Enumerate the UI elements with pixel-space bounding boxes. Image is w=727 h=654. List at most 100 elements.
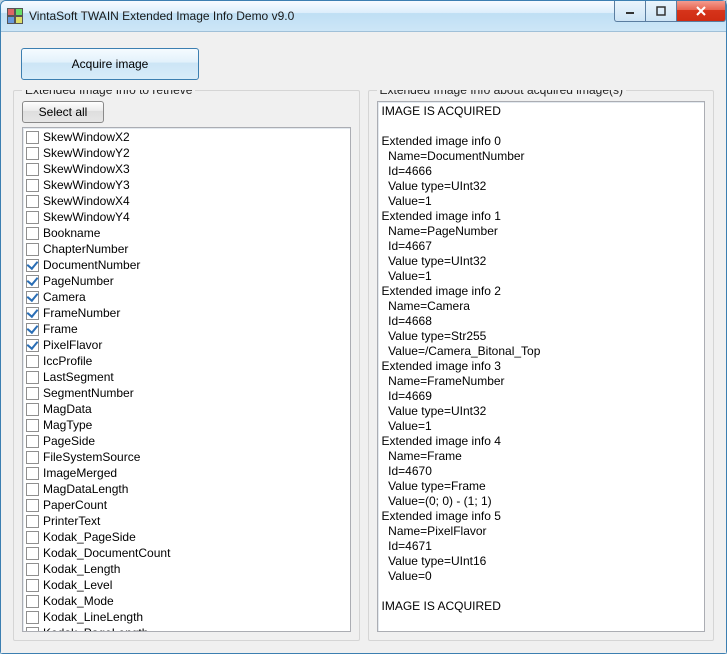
list-item[interactable]: MagDataLength	[23, 481, 350, 497]
list-item-label: MagDataLength	[43, 482, 128, 496]
window-title: VintaSoft TWAIN Extended Image Info Demo…	[29, 9, 294, 23]
acquire-image-button[interactable]: Acquire image	[21, 48, 199, 80]
checkbox[interactable]	[26, 531, 39, 544]
list-item[interactable]: Camera	[23, 289, 350, 305]
checkbox[interactable]	[26, 579, 39, 592]
checkbox[interactable]	[26, 195, 39, 208]
checkbox[interactable]	[26, 323, 39, 336]
list-item[interactable]: Kodak_Level	[23, 577, 350, 593]
checkbox[interactable]	[26, 371, 39, 384]
list-item[interactable]: FileSystemSource	[23, 449, 350, 465]
list-item[interactable]: ImageMerged	[23, 465, 350, 481]
list-item[interactable]: PaperCount	[23, 497, 350, 513]
group-info-to-retrieve: Extended Image Info to retrieve Select a…	[13, 90, 360, 641]
list-item-label: FrameNumber	[43, 306, 120, 320]
list-item-label: PixelFlavor	[43, 338, 102, 352]
checkbox[interactable]	[26, 179, 39, 192]
list-item[interactable]: Kodak_DocumentCount	[23, 545, 350, 561]
list-item[interactable]: SkewWindowX2	[23, 129, 350, 145]
close-button[interactable]	[677, 1, 726, 22]
checkbox[interactable]	[26, 259, 39, 272]
select-all-button[interactable]: Select all	[22, 101, 104, 123]
list-item[interactable]: SkewWindowY4	[23, 209, 350, 225]
list-item[interactable]: PixelFlavor	[23, 337, 350, 353]
list-item-label: SkewWindowX3	[43, 162, 130, 176]
checkbox[interactable]	[26, 515, 39, 528]
list-item-label: LastSegment	[43, 370, 114, 384]
list-item[interactable]: MagType	[23, 417, 350, 433]
checkbox[interactable]	[26, 163, 39, 176]
window-controls	[614, 1, 726, 21]
info-items-listbox[interactable]: SkewWindowX2 SkewWindowY2 SkewWindowX3 Skew…	[22, 127, 351, 632]
checkbox[interactable]	[26, 483, 39, 496]
checkbox[interactable]	[26, 339, 39, 352]
list-item[interactable]: PageNumber	[23, 273, 350, 289]
list-item-label: Frame	[43, 322, 78, 336]
list-item[interactable]: LastSegment	[23, 369, 350, 385]
group-acquired-info: Extended Image Info about acquired image…	[368, 90, 715, 641]
maximize-button[interactable]	[646, 1, 677, 22]
group-label-right: Extended Image Info about acquired image…	[377, 90, 626, 97]
list-item[interactable]: SkewWindowY3	[23, 177, 350, 193]
list-item[interactable]: SkewWindowY2	[23, 145, 350, 161]
checkbox[interactable]	[26, 291, 39, 304]
checkbox[interactable]	[26, 387, 39, 400]
list-item[interactable]: SegmentNumber	[23, 385, 350, 401]
list-item-label: SkewWindowX2	[43, 130, 130, 144]
list-item[interactable]: SkewWindowX3	[23, 161, 350, 177]
checkbox[interactable]	[26, 595, 39, 608]
list-item-label: Camera	[43, 290, 86, 304]
checkbox[interactable]	[26, 467, 39, 480]
list-item-label: Kodak_LineLength	[43, 610, 143, 624]
list-item[interactable]: ChapterNumber	[23, 241, 350, 257]
list-item[interactable]: DocumentNumber	[23, 257, 350, 273]
list-item-label: Kodak_Length	[43, 562, 120, 576]
list-item[interactable]: PageSide	[23, 433, 350, 449]
list-item[interactable]: Kodak_Length	[23, 561, 350, 577]
app-icon	[7, 8, 23, 24]
titlebar[interactable]: VintaSoft TWAIN Extended Image Info Demo…	[1, 1, 726, 32]
list-item-label: SegmentNumber	[43, 386, 134, 400]
checkbox[interactable]	[26, 227, 39, 240]
list-item-label: Kodak_Mode	[43, 594, 114, 608]
list-item[interactable]: Kodak_LineLength	[23, 609, 350, 625]
checkbox[interactable]	[26, 451, 39, 464]
checkbox[interactable]	[26, 435, 39, 448]
list-item-label: DocumentNumber	[43, 258, 140, 272]
checkbox[interactable]	[26, 131, 39, 144]
minimize-button[interactable]	[614, 1, 646, 22]
checkbox[interactable]	[26, 355, 39, 368]
checkbox[interactable]	[26, 243, 39, 256]
list-item[interactable]: MagData	[23, 401, 350, 417]
list-item-label: SkewWindowY3	[43, 178, 130, 192]
list-item-label: IccProfile	[43, 354, 92, 368]
checkbox[interactable]	[26, 547, 39, 560]
list-item-label: Kodak_Level	[43, 578, 112, 592]
list-item[interactable]: PrinterText	[23, 513, 350, 529]
list-item-label: ImageMerged	[43, 466, 117, 480]
checkbox[interactable]	[26, 211, 39, 224]
list-item[interactable]: Kodak_PageLength	[23, 625, 350, 632]
checkbox[interactable]	[26, 627, 39, 633]
checkbox[interactable]	[26, 563, 39, 576]
checkbox[interactable]	[26, 611, 39, 624]
output-textbox[interactable]: IMAGE IS ACQUIRED Extended image info 0 …	[377, 101, 706, 632]
checkbox[interactable]	[26, 499, 39, 512]
list-item[interactable]: SkewWindowX4	[23, 193, 350, 209]
checkbox[interactable]	[26, 147, 39, 160]
app-window: VintaSoft TWAIN Extended Image Info Demo…	[0, 0, 727, 654]
list-item[interactable]: Frame	[23, 321, 350, 337]
list-item-label: SkewWindowY2	[43, 146, 130, 160]
list-item[interactable]: Kodak_Mode	[23, 593, 350, 609]
list-item[interactable]: Kodak_PageSide	[23, 529, 350, 545]
checkbox[interactable]	[26, 275, 39, 288]
checkbox[interactable]	[26, 307, 39, 320]
checkbox[interactable]	[26, 403, 39, 416]
list-item-label: Kodak_PageSide	[43, 530, 136, 544]
list-item[interactable]: IccProfile	[23, 353, 350, 369]
checkbox[interactable]	[26, 419, 39, 432]
list-item-label: Bookname	[43, 226, 100, 240]
list-item[interactable]: Bookname	[23, 225, 350, 241]
close-icon	[695, 6, 707, 16]
list-item[interactable]: FrameNumber	[23, 305, 350, 321]
